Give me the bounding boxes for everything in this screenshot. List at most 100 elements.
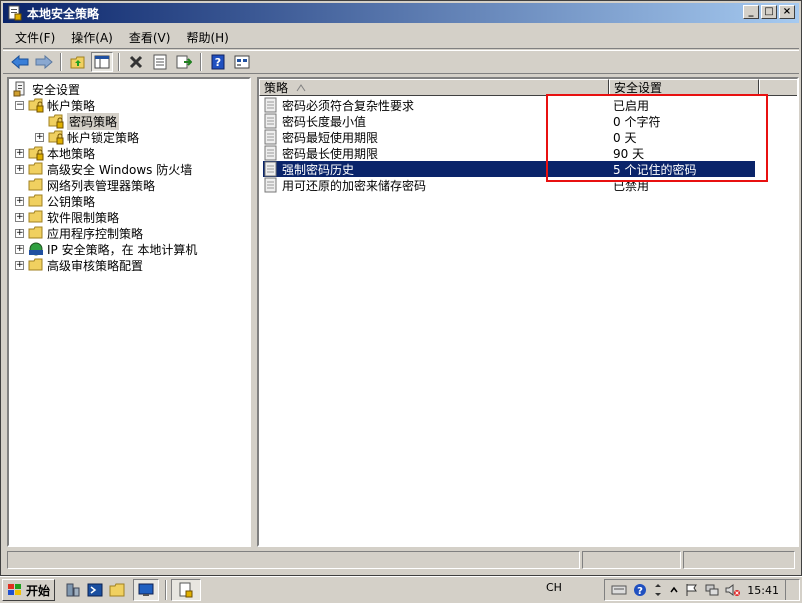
column-header-empty <box>759 79 797 96</box>
show-desktop-button[interactable] <box>785 580 793 600</box>
keyboard-icon[interactable] <box>611 584 627 596</box>
menu-action[interactable]: 操作(A) <box>65 27 119 48</box>
policy-setting: 已启用 <box>613 98 650 113</box>
tree-expander[interactable]: + <box>15 244 24 254</box>
tree-item[interactable]: + 公钥策略 <box>15 193 95 209</box>
delete-button[interactable] <box>125 52 147 72</box>
tree-expander[interactable]: − <box>15 100 24 110</box>
tree-item[interactable]: + 高级安全 Windows 防火墙 <box>15 161 192 177</box>
policy-name: 密码长度最小值 <box>282 114 367 129</box>
policy-row[interactable]: 密码必须符合复杂性要求 <box>263 97 609 113</box>
tree-item-label: 密码策略 <box>67 112 120 130</box>
policy-setting: 0 个字符 <box>613 114 661 129</box>
up-folder-icon <box>70 56 85 69</box>
toolbar-separator <box>200 53 202 71</box>
tree-item[interactable]: + 应用程序控制策略 <box>15 225 143 241</box>
tree-item-label: 帐户策略 <box>47 98 96 113</box>
column-header-policy[interactable]: 策略 <box>259 79 609 96</box>
policy-setting: 90 天 <box>613 146 645 161</box>
properties-icon <box>153 54 167 70</box>
policy-row[interactable]: 密码最短使用期限 <box>263 129 609 145</box>
tree-item[interactable]: 密码策略 <box>35 112 120 130</box>
show-tree-button[interactable] <box>91 52 113 72</box>
tree-expander[interactable]: + <box>15 260 24 270</box>
explorer-folder-icon[interactable] <box>109 582 125 598</box>
policy-setting: 已禁用 <box>613 178 650 193</box>
back-button[interactable] <box>9 52 31 72</box>
tree-item[interactable]: + 本地策略 <box>15 145 95 161</box>
tree-item[interactable]: + 帐户锁定策略 <box>35 129 139 145</box>
tree-item-label: 应用程序控制策略 <box>47 226 144 241</box>
volume-muted-icon[interactable] <box>725 583 741 597</box>
console-view-button[interactable] <box>231 52 253 72</box>
settings-arrows-icon[interactable] <box>653 582 663 598</box>
policy-list-pane[interactable]: 策略 安全设置 密码必须符合复杂性要求 已启用密码长度最小值 0 个字符密码最短使用… <box>257 77 799 547</box>
taskbar-separator <box>165 580 168 600</box>
policy-row[interactable]: 密码长度最小值 <box>263 113 609 129</box>
tree-item[interactable]: − 帐户策略 <box>15 97 95 113</box>
menu-help[interactable]: 帮助(H) <box>180 27 234 48</box>
folder-icon <box>28 162 43 175</box>
window-title: 本地安全策略 <box>27 6 100 21</box>
taskbar-app-remote[interactable] <box>133 579 160 601</box>
tree-expander[interactable]: + <box>15 212 24 222</box>
tree-pane[interactable]: 安全设置 − 帐户策略 密码策略 + 帐户锁定策略 + 本地策略 + 高级安全 Windows 防… <box>7 77 251 547</box>
tree-expander[interactable]: + <box>15 148 24 158</box>
security-settings-icon <box>13 81 25 97</box>
properties-button[interactable] <box>149 52 171 72</box>
tree-item[interactable]: 安全设置 <box>13 81 80 97</box>
clock[interactable]: 15:41 <box>747 584 779 597</box>
policy-name: 密码最短使用期限 <box>282 130 379 145</box>
taskbar-app-security-policy[interactable] <box>171 579 202 601</box>
tree-item[interactable]: + 高级审核策略配置 <box>15 257 143 273</box>
tree-expander[interactable]: + <box>15 164 24 174</box>
toolbar-separator <box>118 53 120 71</box>
tree-item-label: 软件限制策略 <box>47 210 120 225</box>
main-window: 本地安全策略 _ □ × 文件(F) 操作(A) 查看(V) 帮助(H) ? 安… <box>0 0 802 576</box>
folder-lock-icon <box>28 146 44 161</box>
powershell-icon[interactable] <box>87 582 103 598</box>
policy-row[interactable]: 密码最长使用期限 <box>263 145 609 161</box>
policy-row[interactable]: 用可还原的加密来储存密码 <box>263 177 609 193</box>
forward-arrow-icon <box>35 55 53 69</box>
tree-item[interactable]: + IP 安全策略，在 本地计算机 <box>15 241 197 257</box>
action-center-flag-icon[interactable] <box>685 583 699 597</box>
folder-icon <box>28 194 43 207</box>
ip-security-icon <box>29 242 43 256</box>
maximize-button[interactable]: □ <box>761 5 777 19</box>
export-list-button[interactable] <box>173 52 195 72</box>
status-bar <box>3 551 799 571</box>
server-manager-icon[interactable] <box>65 582 81 598</box>
tree-expander[interactable]: + <box>35 132 44 142</box>
minimize-button[interactable]: _ <box>743 5 759 19</box>
menu-view[interactable]: 查看(V) <box>123 27 177 48</box>
show-hidden-chevron-icon[interactable] <box>669 585 679 595</box>
tree-expander[interactable]: + <box>15 196 24 206</box>
forward-button[interactable] <box>33 52 55 72</box>
delete-x-icon <box>129 55 143 69</box>
input-language[interactable]: CH <box>546 581 562 594</box>
tree-item[interactable]: 网络列表管理器策略 <box>15 177 155 193</box>
start-button[interactable]: 开始 <box>2 579 56 601</box>
policy-row[interactable]: 强制密码历史 <box>263 161 609 177</box>
up-folder-button[interactable] <box>67 52 89 72</box>
policy-name: 密码必须符合复杂性要求 <box>282 98 415 113</box>
policy-setting: 0 天 <box>613 130 637 145</box>
tree-item[interactable]: + 软件限制策略 <box>15 209 119 225</box>
tree-expander[interactable]: + <box>15 228 24 238</box>
folder-lock-icon <box>48 114 64 129</box>
svg-text:?: ? <box>637 586 643 597</box>
help-button[interactable]: ? <box>207 52 229 72</box>
help-tray-icon[interactable]: ? <box>633 583 647 597</box>
network-icon[interactable] <box>705 583 719 597</box>
close-button[interactable]: × <box>779 5 795 19</box>
status-panel-main <box>7 551 580 569</box>
title-bar[interactable]: 本地安全策略 _ □ × <box>3 3 799 23</box>
status-panel-3 <box>683 551 795 569</box>
policy-name: 强制密码历史 <box>282 162 355 177</box>
menu-file[interactable]: 文件(F) <box>9 27 61 48</box>
tree-item-label: 网络列表管理器策略 <box>47 178 156 193</box>
tree-item-label: 公钥策略 <box>47 194 96 209</box>
column-header-setting[interactable]: 安全设置 <box>609 79 759 96</box>
policy-name: 密码最长使用期限 <box>282 146 379 161</box>
